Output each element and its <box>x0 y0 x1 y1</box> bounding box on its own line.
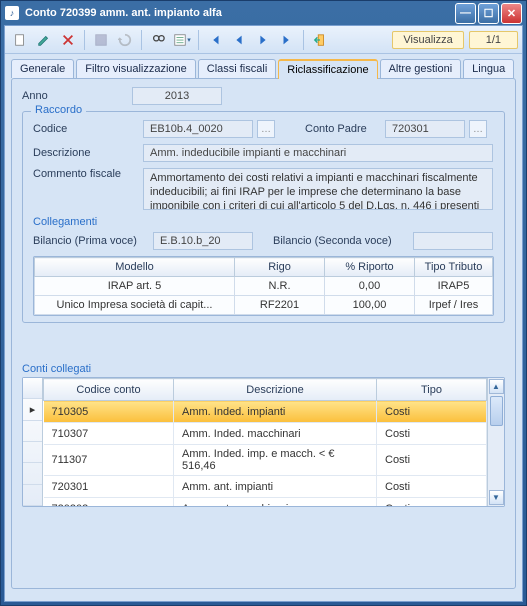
tab-filter[interactable]: Filtro visualizzazione <box>76 59 195 78</box>
commento-field: Ammortamento dei costi relativi a impian… <box>143 168 493 210</box>
app-icon: ♪ <box>5 6 19 20</box>
tab-content: Anno 2013 Raccordo Codice EB10b.4_0020 C… <box>11 78 516 589</box>
edit-button[interactable] <box>33 29 55 51</box>
exit-button[interactable] <box>309 29 331 51</box>
grid-row[interactable]: Unico Impresa società di capit... RF2201… <box>35 296 493 315</box>
codice-lookup-button[interactable] <box>257 120 275 138</box>
scroll-down-icon[interactable]: ▼ <box>489 490 504 505</box>
app-window: ♪ Conto 720399 amm. ant. impianto alfa —… <box>0 0 527 606</box>
raccordo-fieldset: Raccordo Codice EB10b.4_0020 Conto Padre… <box>22 111 505 323</box>
bilancio-prima-field: E.B.10.b_20 <box>153 232 253 250</box>
col-codice-conto[interactable]: Codice conto <box>44 379 174 401</box>
tab-bar: Generale Filtro visualizzazione Classi f… <box>5 54 522 78</box>
nav-last-button[interactable] <box>276 29 298 51</box>
conto-padre-lookup-button[interactable] <box>469 120 487 138</box>
raccordo-title: Raccordo <box>31 104 86 116</box>
col-descrizione[interactable]: Descrizione <box>174 379 377 401</box>
row-gutter: ▸ <box>23 378 43 506</box>
table-row[interactable]: 720303 Amm. ant. macchinari Costi <box>44 498 487 507</box>
table-row[interactable]: 710305 Amm. Inded. impianti Costi <box>44 401 487 423</box>
grid-row[interactable]: IRAP art. 5 N.R. 0,00 IRAP5 <box>35 277 493 296</box>
view-mode-label: Visualizza <box>392 31 463 49</box>
anno-field: 2013 <box>132 87 222 105</box>
conti-collegati-section: Conti collegati ▸ Codice conto <box>22 363 505 507</box>
conto-padre-label: Conto Padre <box>305 123 385 135</box>
collegamenti-title: Collegamenti <box>33 216 494 228</box>
bilancio-seconda-label: Bilancio (Seconda voce) <box>273 235 413 247</box>
collegamenti-grid: Modello Rigo % Riporto Tipo Tributo IRAP… <box>33 256 494 316</box>
bilancio-seconda-field <box>413 232 493 250</box>
delete-button[interactable] <box>57 29 79 51</box>
close-button[interactable]: ✕ <box>501 3 522 24</box>
find-button[interactable] <box>147 29 169 51</box>
maximize-button[interactable]: ☐ <box>478 3 499 24</box>
toolbar: ▾ Visualizza 1/1 <box>5 26 522 54</box>
minimize-button[interactable]: — <box>455 3 476 24</box>
save-button <box>90 29 112 51</box>
tab-reclass[interactable]: Riclassificazione <box>278 59 377 79</box>
tab-classes[interactable]: Classi fiscali <box>198 59 277 78</box>
scroll-up-icon[interactable]: ▲ <box>489 379 504 394</box>
col-tipo[interactable]: Tipo <box>377 379 487 401</box>
scroll-thumb[interactable] <box>490 396 503 426</box>
col-rigo[interactable]: Rigo <box>235 258 325 277</box>
descrizione-label: Descrizione <box>33 147 143 159</box>
table-row[interactable]: 710307 Amm. Inded. macchinari Costi <box>44 423 487 445</box>
commento-label: Commento fiscale <box>33 168 143 180</box>
bilancio-prima-label: Bilancio (Prima voce) <box>33 235 153 247</box>
undo-button <box>114 29 136 51</box>
nav-first-button[interactable] <box>204 29 226 51</box>
conto-padre-field: 720301 <box>385 120 465 138</box>
table-row[interactable]: 711307 Amm. Inded. imp. e macch. < € 516… <box>44 445 487 476</box>
record-counter: 1/1 <box>469 31 518 49</box>
client-area: ▾ Visualizza 1/1 Generale Filtro visuali… <box>4 25 523 602</box>
table-row[interactable]: 720301 Amm. ant. impianti Costi <box>44 476 487 498</box>
codice-label: Codice <box>33 123 143 135</box>
codice-field: EB10b.4_0020 <box>143 120 253 138</box>
conti-collegati-title: Conti collegati <box>22 363 505 375</box>
anno-label: Anno <box>22 90 132 102</box>
descrizione-field: Amm. indeducibile impianti e macchinari <box>143 144 493 162</box>
tab-other[interactable]: Altre gestioni <box>380 59 462 78</box>
window-title: Conto 720399 amm. ant. impianto alfa <box>25 7 222 19</box>
new-button[interactable] <box>9 29 31 51</box>
vertical-scrollbar[interactable]: ▲ ▼ <box>487 378 504 506</box>
col-riporto[interactable]: % Riporto <box>325 258 415 277</box>
tab-language[interactable]: Lingua <box>463 59 514 78</box>
tab-general[interactable]: Generale <box>11 59 74 78</box>
conti-grid: ▸ Codice conto Descrizione Tipo <box>22 377 505 507</box>
nav-prev-button[interactable] <box>228 29 250 51</box>
col-modello[interactable]: Modello <box>35 258 235 277</box>
list-button[interactable]: ▾ <box>171 29 193 51</box>
nav-next-button[interactable] <box>252 29 274 51</box>
col-tipo-tributo[interactable]: Tipo Tributo <box>415 258 493 277</box>
row-indicator-icon: ▸ <box>23 399 42 420</box>
titlebar: ♪ Conto 720399 amm. ant. impianto alfa —… <box>1 1 526 25</box>
